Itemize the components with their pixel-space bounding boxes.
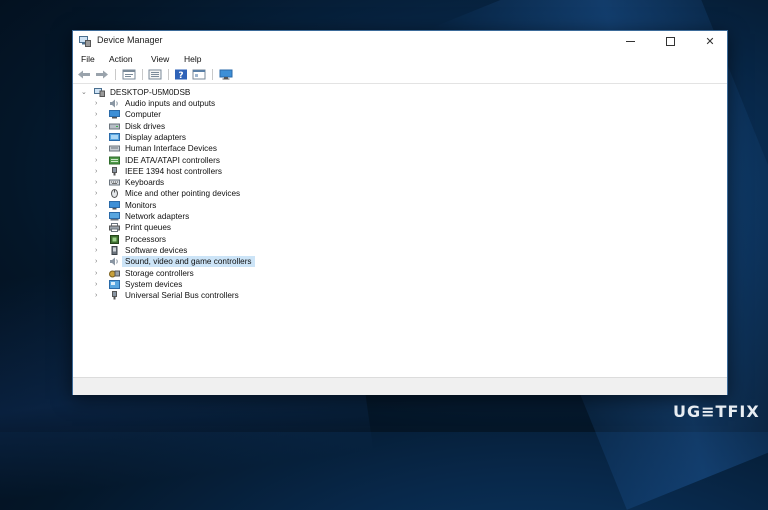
usb-icon xyxy=(112,291,117,300)
chevron-right-icon[interactable]: › xyxy=(95,291,103,300)
close-icon: ✕ xyxy=(705,36,715,48)
speaker-icon xyxy=(110,99,118,108)
network-adapter-icon xyxy=(109,212,120,221)
chevron-right-icon[interactable]: › xyxy=(95,133,103,142)
tree-item-label: Storage controllers xyxy=(125,268,194,278)
menu-action[interactable]: Action xyxy=(109,54,133,64)
device-tree: ⌄ DESKTOP-U5M0DSB › Audio inputs and out… xyxy=(73,84,727,377)
maximize-button[interactable] xyxy=(651,31,689,52)
device-manager-icon xyxy=(79,36,91,47)
minimize-icon xyxy=(625,41,635,42)
toolbar: ? xyxy=(73,67,727,84)
tree-item-label: Print queues xyxy=(125,223,171,233)
minimize-button[interactable] xyxy=(611,31,649,52)
menu-file[interactable]: File xyxy=(81,54,95,64)
chevron-right-icon[interactable]: › xyxy=(95,99,103,108)
chevron-right-icon[interactable]: › xyxy=(95,212,103,221)
mouse-icon xyxy=(111,189,118,199)
chevron-right-icon[interactable]: › xyxy=(95,122,103,131)
back-arrow-icon[interactable] xyxy=(77,69,91,80)
ide-controller-icon xyxy=(109,156,120,164)
menu-view[interactable]: View xyxy=(151,54,169,64)
tree-item-label: Sound, video and game controllers xyxy=(122,256,255,268)
toolbar-separator xyxy=(142,69,143,80)
tree-root-label: DESKTOP-U5M0DSB xyxy=(110,88,191,97)
chevron-right-icon[interactable]: › xyxy=(95,246,103,255)
chevron-right-icon[interactable]: › xyxy=(95,189,103,198)
chevron-down-icon[interactable]: ⌄ xyxy=(81,88,89,97)
monitor-icon xyxy=(109,200,120,210)
tree-item-label: Processors xyxy=(125,234,166,244)
disk-drive-icon xyxy=(109,123,120,130)
tree-item-label: Keyboards xyxy=(125,178,165,188)
tree-item-label: Audio inputs and outputs xyxy=(125,99,216,108)
tree-item-label: Disk drives xyxy=(125,121,166,131)
properties-icon[interactable] xyxy=(122,69,136,80)
tree-item-label: Human Interface Devices xyxy=(125,144,217,154)
tree-item-label: IDE ATA/ATAPI controllers xyxy=(125,155,220,165)
chevron-right-icon[interactable]: › xyxy=(95,156,103,165)
computer-icon xyxy=(94,88,105,97)
chevron-right-icon[interactable]: › xyxy=(95,223,103,232)
monitor-icon[interactable] xyxy=(219,69,233,80)
title-bar[interactable]: Device Manager ✕ xyxy=(73,31,727,52)
firewire-icon xyxy=(112,166,117,176)
tree-item-label: Mice and other pointing devices xyxy=(125,189,241,199)
toolbar-separator xyxy=(168,69,169,80)
tree-item-label: System devices xyxy=(125,279,183,289)
chevron-right-icon[interactable]: › xyxy=(95,167,103,176)
chevron-right-icon[interactable]: › xyxy=(95,144,103,153)
toolbar-separator xyxy=(115,69,116,80)
printer-icon xyxy=(109,223,120,233)
window-title: Device Manager xyxy=(97,35,163,45)
tree-item-label: Monitors xyxy=(125,200,157,210)
chevron-right-icon[interactable]: › xyxy=(95,110,103,119)
tree-item-label: Network adapters xyxy=(125,212,190,221)
console-icon[interactable] xyxy=(192,69,206,80)
chevron-right-icon[interactable]: › xyxy=(95,201,103,210)
tree-item-label: Universal Serial Bus controllers xyxy=(125,291,239,301)
status-bar xyxy=(73,377,727,395)
menu-bar: File Action View Help xyxy=(73,52,727,67)
chevron-right-icon[interactable]: › xyxy=(95,257,103,266)
software-device-icon xyxy=(111,245,118,255)
processor-icon xyxy=(110,234,119,244)
watermark-logo: UG≡TFIX xyxy=(673,402,760,421)
tree-item-label: IEEE 1394 host controllers xyxy=(125,166,222,176)
display-adapter-icon xyxy=(109,132,120,141)
system-device-icon xyxy=(109,279,120,289)
close-button[interactable]: ✕ xyxy=(691,31,729,52)
tree-item-label: Computer xyxy=(125,110,161,120)
toolbar-separator xyxy=(212,69,213,80)
computer-icon xyxy=(109,110,120,119)
maximize-icon xyxy=(665,37,675,46)
device-manager-window: Device Manager ✕ File Action View Help ?… xyxy=(72,30,728,395)
svg-text:?: ? xyxy=(178,71,183,80)
chevron-right-icon[interactable]: › xyxy=(95,280,103,289)
help-icon[interactable]: ? xyxy=(174,69,188,80)
chevron-right-icon[interactable]: › xyxy=(95,269,103,278)
storage-controller-icon xyxy=(109,270,120,277)
forward-arrow-icon[interactable] xyxy=(95,69,109,80)
tree-item-label: Display adapters xyxy=(125,132,186,142)
hid-icon xyxy=(109,145,120,152)
chevron-right-icon[interactable]: › xyxy=(95,235,103,244)
device-list-icon[interactable] xyxy=(148,69,162,80)
sound-controller-icon xyxy=(110,257,118,266)
menu-help[interactable]: Help xyxy=(184,54,201,64)
tree-item-label: Software devices xyxy=(125,245,188,255)
keyboard-icon xyxy=(109,179,120,186)
chevron-right-icon[interactable]: › xyxy=(95,178,103,187)
